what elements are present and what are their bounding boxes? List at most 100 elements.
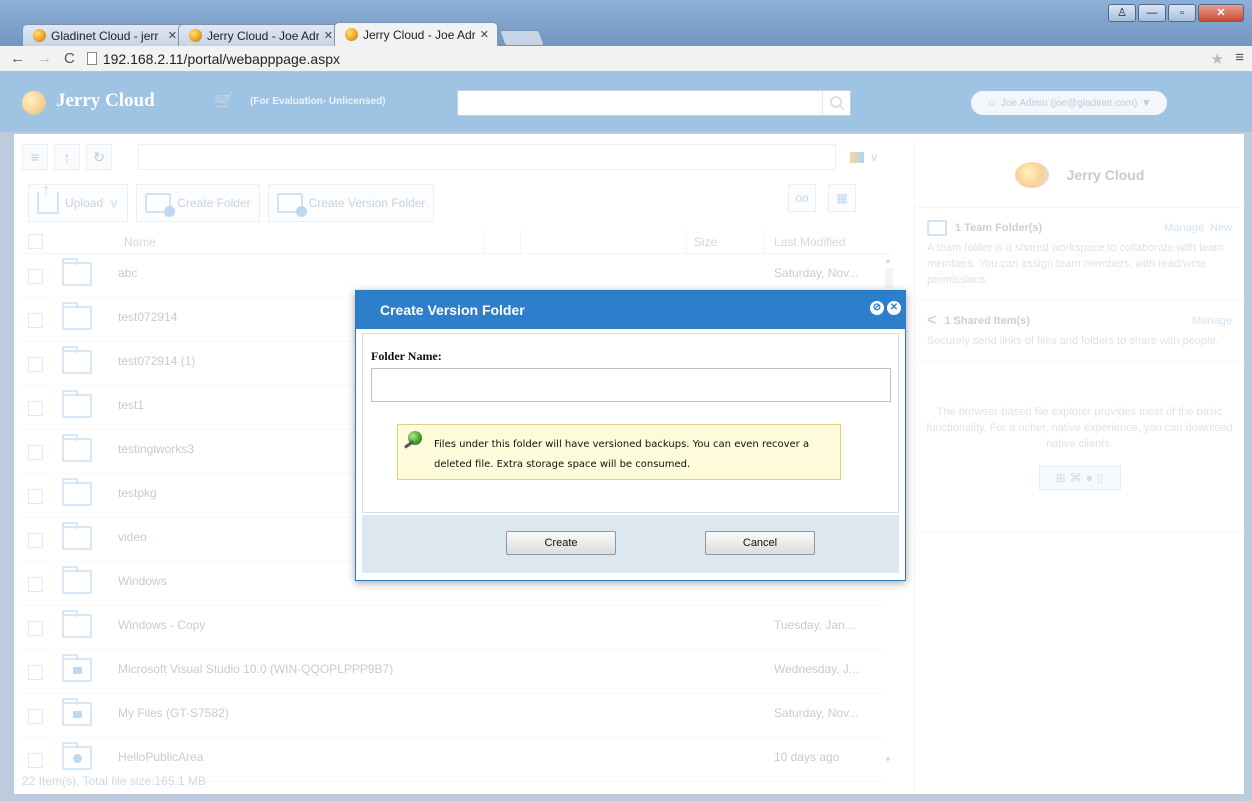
evaluation-note: (For Evaluation- Unlicensed) <box>250 96 386 107</box>
back-icon[interactable]: ← <box>10 50 25 67</box>
create-button[interactable]: Create <box>506 531 616 555</box>
row-checkbox[interactable] <box>28 313 43 328</box>
upload-icon <box>37 182 59 214</box>
url-text: 192.168.2.11/portal/webapppage.aspx <box>102 50 340 67</box>
file-name[interactable]: testingiworks3 <box>118 442 194 456</box>
select-all-checkbox[interactable] <box>28 234 43 249</box>
dialog-close-icon[interactable]: ✕ <box>887 301 901 315</box>
search-input[interactable] <box>457 90 851 116</box>
browser-tab-3[interactable]: Jerry Cloud - Joe Adr ✕ <box>334 22 498 46</box>
table-row[interactable]: My Files (GT-S7582) Saturday, Nov... <box>22 694 886 738</box>
folder-icon <box>62 566 92 594</box>
file-name[interactable]: test072914 <box>118 310 177 324</box>
mobile-client-icon[interactable]: ▯ <box>1097 470 1104 486</box>
shared-manage-link[interactable]: Manage <box>1192 313 1232 329</box>
team-folder-icon <box>927 220 947 236</box>
file-name[interactable]: Windows - Copy <box>118 618 205 632</box>
path-breadcrumb[interactable] <box>138 144 836 170</box>
ios-client-icon[interactable]: ● <box>1086 470 1093 486</box>
cart-icon[interactable]: 🛒 <box>214 91 234 111</box>
new-tab-button[interactable] <box>499 30 545 46</box>
nav-toolbar: ≡ ↑ ↻ <box>22 144 112 170</box>
row-checkbox[interactable] <box>28 665 43 680</box>
refresh-icon[interactable]: ↻ <box>86 144 112 170</box>
window-controls: ♙ — ▫ ✕ <box>1108 4 1244 22</box>
folder-name-input[interactable] <box>371 368 891 402</box>
browser-tab-1[interactable]: Gladinet Cloud - jerr ✕ <box>22 24 186 46</box>
team-folder-description: A team folder is a shared workspace to c… <box>927 242 1224 286</box>
file-name[interactable]: testpkg <box>118 486 157 500</box>
tab-label: Gladinet Cloud - jerr <box>51 28 159 43</box>
mac-client-icon[interactable]: ⌘ <box>1070 470 1082 486</box>
browser-tab-2[interactable]: Jerry Cloud - Joe Adr ✕ <box>178 24 342 46</box>
row-checkbox[interactable] <box>28 445 43 460</box>
browser-menu-icon[interactable]: ≡ <box>1235 49 1244 66</box>
glasses-icon[interactable]: oo <box>788 184 816 212</box>
native-clients-description: The browser-based file explorer provides… <box>926 406 1233 450</box>
table-row[interactable]: Windows - Copy Tuesday, Jan... <box>22 606 886 650</box>
folder-icon <box>62 258 92 286</box>
dialog-minimize-icon[interactable]: ⊘ <box>870 301 884 315</box>
file-name[interactable]: Windows <box>118 574 167 588</box>
user-avatar-icon: ☺ <box>986 97 997 109</box>
row-checkbox[interactable] <box>28 401 43 416</box>
secondary-toolbar: oo ▦ <box>788 184 856 212</box>
file-name[interactable]: video <box>118 530 147 544</box>
file-name[interactable]: test1 <box>118 398 144 412</box>
view-mode-icon <box>849 151 864 163</box>
name-column-header[interactable]: Name <box>124 235 156 249</box>
forward-icon[interactable]: → <box>37 50 52 67</box>
status-footer: 22 Item(s), Total file size:165.1 MB <box>22 774 206 788</box>
dialog-title: Create Version Folder <box>380 302 525 318</box>
team-new-link[interactable]: New <box>1210 220 1232 236</box>
upload-button[interactable]: Upload ∨ <box>28 182 129 222</box>
row-checkbox[interactable] <box>28 269 43 284</box>
file-name[interactable]: Microsoft Visual Studio 10.0 (WIN-QQOPLP… <box>118 662 393 676</box>
user-menu-button[interactable]: ☺ Joe Admin (joe@gladinet.com) ▼ <box>971 91 1167 115</box>
size-column-header[interactable]: Size <box>694 235 717 249</box>
row-checkbox[interactable] <box>28 709 43 724</box>
close-tab-icon[interactable]: ✕ <box>168 29 177 42</box>
windows-client-icon[interactable]: ⊞ <box>1056 470 1066 486</box>
close-window-icon[interactable]: ✕ <box>1198 4 1244 22</box>
nav-buttons: ← → C <box>0 50 75 67</box>
column-divider <box>520 230 521 254</box>
create-version-folder-button[interactable]: Create Version Folder <box>267 184 435 222</box>
scroll-up-icon[interactable]: ▲ <box>884 256 892 265</box>
client-downloads: ⊞ ⌘ ● ▯ <box>1038 466 1121 490</box>
list-view-icon[interactable]: ≡ <box>22 144 48 170</box>
file-name[interactable]: abc <box>118 266 137 280</box>
create-folder-button[interactable]: Create Folder <box>136 184 260 222</box>
row-checkbox[interactable] <box>28 577 43 592</box>
cancel-button[interactable]: Cancel <box>705 531 815 555</box>
table-row[interactable]: Microsoft Visual Studio 10.0 (WIN-QQOPLP… <box>22 650 886 694</box>
up-folder-icon[interactable]: ↑ <box>54 144 80 170</box>
row-checkbox[interactable] <box>28 621 43 636</box>
reload-icon[interactable]: C <box>64 50 75 67</box>
row-checkbox[interactable] <box>28 357 43 372</box>
file-name[interactable]: test072914 (1) <box>118 354 195 368</box>
bookmark-star-icon[interactable]: ★ <box>1211 50 1224 68</box>
row-checkbox[interactable] <box>28 753 43 768</box>
close-tab-icon[interactable]: ✕ <box>324 29 333 42</box>
search-button[interactable] <box>822 91 850 115</box>
close-tab-icon[interactable]: ✕ <box>480 28 489 41</box>
device-badge-icon <box>73 711 82 718</box>
file-name[interactable]: HelloPublicArea <box>118 750 203 764</box>
row-checkbox[interactable] <box>28 489 43 504</box>
scroll-down-icon[interactable]: ▼ <box>884 755 892 764</box>
row-checkbox[interactable] <box>28 533 43 548</box>
view-mode-dropdown[interactable]: ∨ <box>838 144 890 170</box>
scroll-thumb[interactable] <box>885 268 893 288</box>
user-icon[interactable]: ♙ <box>1108 4 1136 22</box>
url-field[interactable]: 192.168.2.11/portal/webapppage.aspx <box>86 50 340 67</box>
grid-view-icon[interactable]: ▦ <box>828 184 856 212</box>
minimize-icon[interactable]: — <box>1138 4 1166 22</box>
modified-column-header[interactable]: Last Modified <box>774 235 845 249</box>
folder-icon <box>62 302 92 330</box>
team-manage-link[interactable]: Manage <box>1164 220 1204 236</box>
brand-name: Jerry Cloud <box>56 90 155 111</box>
maximize-icon[interactable]: ▫ <box>1168 4 1196 22</box>
file-name[interactable]: My Files (GT-S7582) <box>118 706 229 720</box>
tab-label: Jerry Cloud - Joe Adr <box>363 27 475 42</box>
